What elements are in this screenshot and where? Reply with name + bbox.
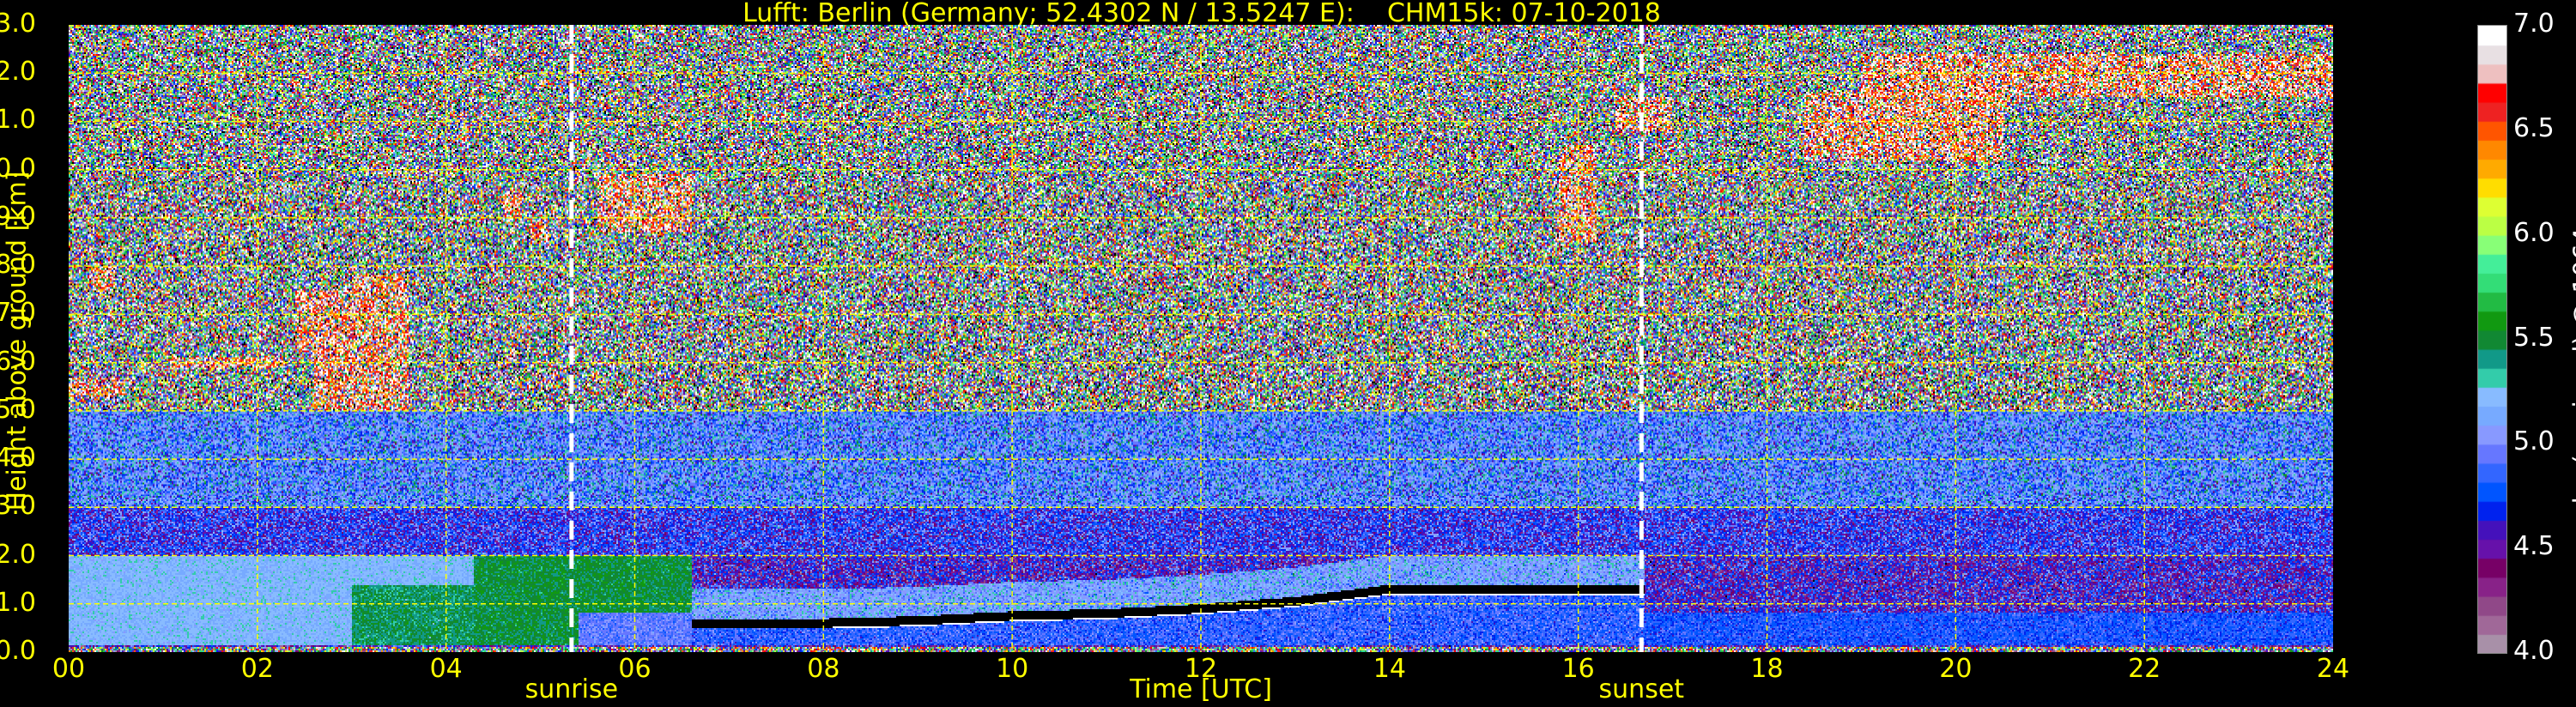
colorbar-tick-label: 4.0 xyxy=(2513,636,2555,666)
colorbar-tick-label: 6.5 xyxy=(2513,112,2555,143)
annotation-sunset: sunset xyxy=(1598,674,1685,704)
x-tick-label: 16 xyxy=(1561,654,1595,684)
colorbar xyxy=(2477,25,2507,654)
x-tick-label: 14 xyxy=(1373,654,1406,684)
x-tick-label: 20 xyxy=(1939,654,1973,684)
x-tick-label: 02 xyxy=(240,654,274,684)
x-tick-label: 18 xyxy=(1750,654,1784,684)
grid-overlay xyxy=(69,25,2333,652)
x-tick-label: 00 xyxy=(52,654,86,684)
plot-area xyxy=(69,25,2333,652)
y-axis-label: Height above ground [km] xyxy=(2,171,33,511)
x-tick-label: 22 xyxy=(2128,654,2161,684)
x-tick-label: 24 xyxy=(2316,654,2350,684)
y-tick-label: 1.0 xyxy=(0,587,36,618)
x-tick-label: 10 xyxy=(996,654,1029,684)
x-tick-label: 06 xyxy=(618,654,652,684)
colorbar-label: log(rc-signal) @ 1064 nm xyxy=(2568,178,2576,505)
x-tick-label: 08 xyxy=(807,654,840,684)
x-axis-label: Time [UTC] xyxy=(1130,674,1272,704)
y-tick-label: 0.0 xyxy=(0,636,36,666)
colorbar-tick-label: 7.0 xyxy=(2513,9,2555,39)
colorbar-tick-label: 6.0 xyxy=(2513,217,2555,248)
colorbar-tick-label: 4.5 xyxy=(2513,531,2555,562)
y-tick-label: 2.0 xyxy=(0,539,36,570)
y-tick-label: 12.0 xyxy=(0,57,36,88)
y-tick-label: 11.0 xyxy=(0,105,36,136)
annotation-sunrise: sunrise xyxy=(524,674,619,704)
x-tick-label: 04 xyxy=(429,654,463,684)
colorbar-tick-label: 5.5 xyxy=(2513,322,2555,353)
y-tick-label: 13.0 xyxy=(0,9,36,39)
colorbar-tick-label: 5.0 xyxy=(2513,426,2555,457)
